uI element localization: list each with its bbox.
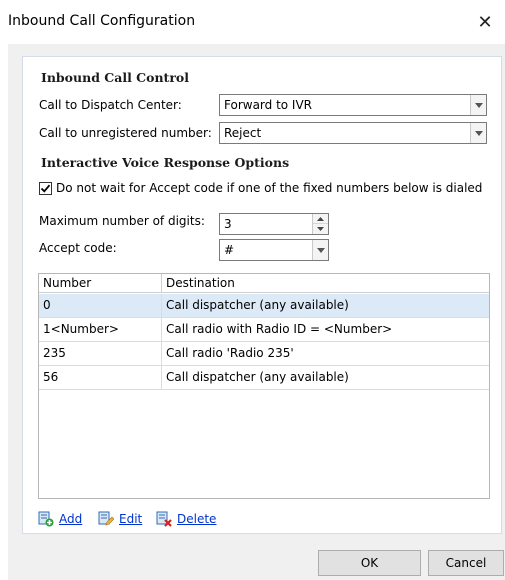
unregistered-number-select[interactable]: Reject bbox=[219, 122, 487, 144]
table-row[interactable]: 1<Number> Call radio with Radio ID = <Nu… bbox=[39, 318, 489, 342]
chevron-down-icon bbox=[474, 130, 483, 136]
edit-link-label: Edit bbox=[119, 512, 143, 526]
chevron-up-icon bbox=[317, 216, 324, 221]
cell-destination: Call dispatcher (any available) bbox=[166, 298, 349, 312]
no-wait-checkbox[interactable] bbox=[39, 182, 52, 195]
cancel-button[interactable]: Cancel bbox=[428, 550, 504, 576]
cell-number: 1<Number> bbox=[39, 318, 162, 342]
checkmark-icon bbox=[40, 184, 51, 193]
cell-destination: Call radio with Radio ID = <Number> bbox=[166, 322, 393, 336]
table-row[interactable]: 56 Call dispatcher (any available) bbox=[39, 366, 489, 390]
delete-icon bbox=[156, 511, 172, 527]
no-wait-label: Do not wait for Accept code if one of th… bbox=[56, 181, 483, 195]
chevron-down-icon bbox=[474, 102, 483, 108]
table-header: Number Destination bbox=[39, 274, 489, 293]
unregistered-number-label: Call to unregistered number: bbox=[39, 126, 212, 140]
unregistered-number-value: Reject bbox=[224, 126, 262, 140]
accept-code-select[interactable]: # bbox=[219, 239, 329, 261]
dispatch-center-select[interactable]: Forward to IVR bbox=[219, 94, 487, 116]
unregistered-number-dropdown-button[interactable] bbox=[470, 123, 486, 143]
column-header-number[interactable]: Number bbox=[39, 274, 162, 293]
cell-destination: Call radio 'Radio 235' bbox=[166, 346, 294, 360]
inbound-call-control-heading: Inbound Call Control bbox=[41, 70, 189, 85]
delete-link[interactable]: Delete bbox=[156, 508, 216, 530]
chevron-down-icon bbox=[317, 227, 324, 231]
delete-link-label: Delete bbox=[177, 512, 217, 526]
add-icon bbox=[38, 511, 54, 527]
close-icon: ✕ bbox=[477, 11, 493, 33]
edit-link[interactable]: Edit bbox=[98, 508, 142, 530]
add-link[interactable]: Add bbox=[38, 508, 82, 530]
add-link-label: Add bbox=[59, 512, 83, 526]
max-digits-value: 3 bbox=[224, 217, 232, 231]
accept-code-dropdown-button[interactable] bbox=[312, 240, 328, 260]
cell-number: 235 bbox=[39, 342, 162, 366]
window-border bbox=[0, 44, 8, 580]
dispatch-center-value: Forward to IVR bbox=[224, 98, 313, 112]
table-row[interactable]: 235 Call radio 'Radio 235' bbox=[39, 342, 489, 366]
dispatch-center-label: Call to Dispatch Center: bbox=[39, 98, 182, 112]
ok-button[interactable]: OK bbox=[318, 550, 421, 576]
title-bar: Inbound Call Configuration ✕ bbox=[0, 0, 505, 44]
chevron-down-icon bbox=[316, 247, 325, 253]
accept-code-label: Accept code: bbox=[39, 241, 117, 255]
accept-code-value: # bbox=[224, 243, 235, 257]
column-header-destination[interactable]: Destination bbox=[162, 274, 489, 293]
cell-number: 0 bbox=[39, 294, 162, 318]
dispatch-center-dropdown-button[interactable] bbox=[470, 95, 486, 115]
cell-destination: Call dispatcher (any available) bbox=[166, 370, 349, 384]
table-row[interactable]: 0 Call dispatcher (any available) bbox=[39, 294, 489, 318]
fixed-numbers-table[interactable]: Number Destination 0 Call dispatcher (an… bbox=[38, 273, 490, 499]
max-digits-label: Maximum number of digits: bbox=[39, 214, 205, 228]
spin-up-button[interactable] bbox=[313, 214, 328, 224]
window-title: Inbound Call Configuration bbox=[8, 13, 196, 29]
cell-number: 56 bbox=[39, 366, 162, 390]
close-button[interactable]: ✕ bbox=[465, 0, 505, 44]
spin-down-button[interactable] bbox=[313, 224, 328, 234]
edit-icon bbox=[98, 511, 114, 526]
ivr-options-heading: Interactive Voice Response Options bbox=[41, 155, 290, 170]
max-digits-spinner[interactable]: 3 bbox=[219, 213, 329, 235]
